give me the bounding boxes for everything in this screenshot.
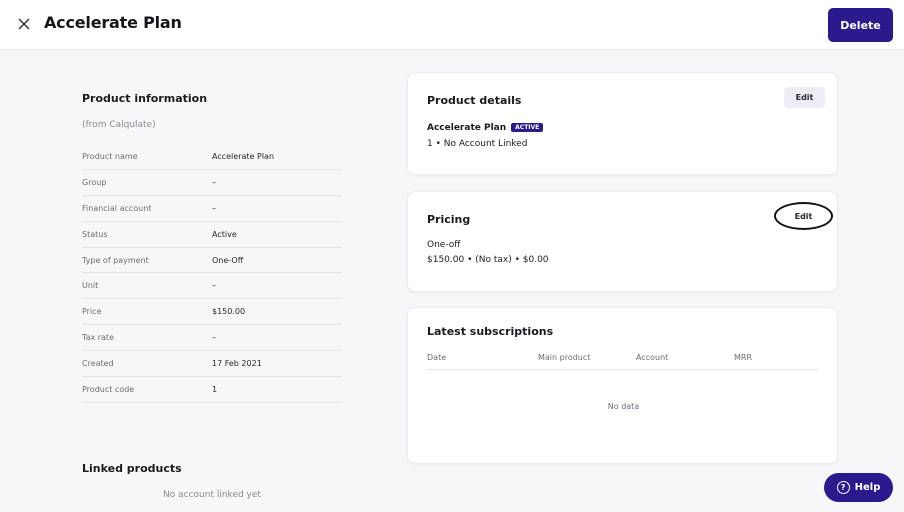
info-row-type-of-payment: Type of payment One-Off <box>82 248 342 274</box>
info-label: Type of payment <box>82 255 149 265</box>
info-row-product-code: Product code 1 <box>82 377 342 403</box>
info-value: – <box>212 203 216 213</box>
column-header-main-product: Main product <box>538 353 591 362</box>
info-row-unit: Unit – <box>82 273 342 300</box>
delete-button[interactable]: Delete <box>828 8 893 42</box>
column-header-date: Date <box>427 353 447 362</box>
info-label: Status <box>82 229 108 239</box>
info-label: Group <box>82 177 107 187</box>
product-details-title: Product details <box>427 94 522 107</box>
product-details-card: Product details Edit Accelerate Plan ACTI… <box>407 72 838 175</box>
info-label: Product name <box>82 151 138 161</box>
product-details-edit-button[interactable]: Edit <box>784 87 825 108</box>
product-information-source: (from Calqulate) <box>82 120 156 130</box>
info-row-tax-rate: Tax rate – <box>82 325 342 352</box>
info-value: – <box>212 333 216 343</box>
info-row-financial-account: Financial account – <box>82 196 342 222</box>
info-value: Active <box>212 229 237 239</box>
column-header-mrr: MRR <box>734 353 753 362</box>
info-value: One-Off <box>212 255 244 265</box>
product-details-summary: 1 • No Account Linked <box>427 139 528 149</box>
info-label: Product code <box>82 384 135 394</box>
linked-products-empty: No account linked yet <box>163 490 261 500</box>
latest-subscriptions-card: Latest subscriptions Date Main product A… <box>407 307 838 464</box>
info-value: 1 <box>212 384 218 394</box>
pricing-title: Pricing <box>427 213 471 226</box>
linked-products-title: Linked products <box>82 462 182 475</box>
info-row-group: Group – <box>82 170 342 196</box>
help-label: Help <box>854 482 881 493</box>
pricing-type: One-off <box>427 240 461 250</box>
info-label: Unit <box>82 281 99 291</box>
top-bar: Accelerate Plan Delete <box>0 0 904 50</box>
info-row-created: Created 17 Feb 2021 <box>82 351 342 378</box>
pricing-card: Pricing Edit One-off $150.00 • (No tax) … <box>407 191 838 292</box>
info-row-status: Status Active <box>82 222 342 248</box>
latest-subscriptions-title: Latest subscriptions <box>427 325 554 338</box>
info-value: Accelerate Plan <box>212 151 275 161</box>
product-information-table: Product name Accelerate Plan Group – Finan… <box>82 144 342 403</box>
page-title: Accelerate Plan <box>44 13 182 32</box>
info-label: Price <box>82 307 102 317</box>
info-row-price: Price $150.00 <box>82 299 342 326</box>
info-label: Financial account <box>82 203 152 213</box>
close-icon[interactable] <box>14 14 34 34</box>
product-name: Accelerate Plan <box>427 123 507 133</box>
pricing-edit-button[interactable]: Edit <box>774 202 833 230</box>
product-details-name-line: Accelerate Plan ACTIVE <box>427 123 544 133</box>
info-label: Created <box>82 359 114 369</box>
info-value: – <box>212 281 216 291</box>
subscriptions-table-header: Date Main product Account MRR <box>427 353 819 370</box>
product-information-title: Product information <box>82 92 208 105</box>
product-information-panel: Product information (from Calqulate) Pro… <box>82 92 342 403</box>
question-icon: ? <box>836 481 850 494</box>
column-header-account: Account <box>636 353 669 362</box>
info-value: 17 Feb 2021 <box>212 359 262 369</box>
info-value: $150.00 <box>212 307 246 317</box>
status-badge: ACTIVE <box>511 123 544 132</box>
pricing-summary: $150.00 • (No tax) • $0.00 <box>427 255 549 265</box>
info-row-product-name: Product name Accelerate Plan <box>82 144 342 170</box>
help-button[interactable]: ? Help <box>824 473 893 502</box>
subscriptions-empty: No data <box>607 402 640 411</box>
info-label: Tax rate <box>82 333 114 343</box>
info-value: – <box>212 177 216 187</box>
